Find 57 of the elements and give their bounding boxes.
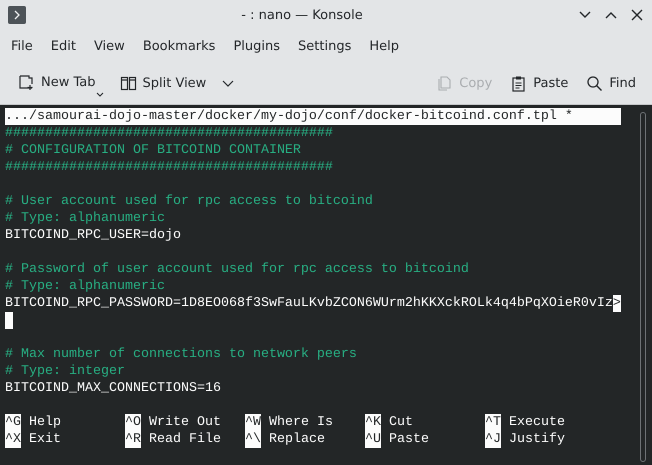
shortcut-key: ^R bbox=[125, 431, 141, 448]
menu-item[interactable]: Help bbox=[363, 36, 405, 56]
shortcut-label: Help bbox=[29, 414, 61, 431]
code-comment: # Type: integer bbox=[5, 363, 125, 380]
shortcut-label: Justify bbox=[509, 431, 565, 448]
shortcut-key: ^\ bbox=[245, 431, 261, 448]
overflow-marker: > bbox=[612, 295, 621, 312]
shortcut-key: ^G bbox=[5, 414, 21, 431]
text-cursor bbox=[5, 312, 13, 329]
menu-item[interactable]: Settings bbox=[292, 36, 358, 56]
code-comment: # Type: alphanumeric bbox=[5, 210, 165, 227]
shortcut-key: ^J bbox=[485, 431, 501, 448]
menu-item[interactable]: View bbox=[88, 36, 131, 56]
code-comment: ######################################### bbox=[5, 125, 333, 142]
caret-icon[interactable] bbox=[222, 80, 234, 86]
search-icon bbox=[586, 74, 604, 92]
code-comment: ######################################### bbox=[5, 159, 333, 176]
code-comment: # Password of user account used for rpc access to bitcoind bbox=[5, 261, 469, 278]
terminal-icon bbox=[8, 6, 26, 24]
code-comment: # Max number of connections to network peers bbox=[5, 346, 357, 363]
menu-item[interactable]: File bbox=[5, 36, 39, 56]
toolbar-button[interactable]: Find bbox=[584, 70, 638, 96]
toolbar-button[interactable]: Split View bbox=[118, 70, 208, 96]
scrollbar[interactable] bbox=[640, 112, 646, 462]
copy-icon bbox=[436, 74, 454, 92]
shortcut-key: ^U bbox=[365, 431, 381, 448]
shortcut-label: Cut bbox=[389, 414, 413, 431]
shortcut-label: Execute bbox=[509, 414, 565, 431]
shortcut-label: Write Out bbox=[149, 414, 221, 431]
code-comment: # CONFIGURATION OF BITCOIND CONTAINER bbox=[5, 142, 301, 159]
clipboard-icon bbox=[510, 74, 528, 92]
shortcut-label: Read File bbox=[149, 431, 221, 448]
code-line: BITCOIND_RPC_PASSWORD=1D8EO068f3SwFauLKvbZCON6WUrm2hKKXckROLk4q4bPqXOieR0vIz bbox=[5, 295, 613, 312]
code-comment: # User account used for rpc access to bitcoind bbox=[5, 193, 373, 210]
shortcut-label: Paste bbox=[389, 431, 429, 448]
shortcut-key: ^T bbox=[485, 414, 501, 431]
shortcut-key: ^K bbox=[365, 414, 381, 431]
shortcut-key: ^W bbox=[245, 414, 261, 431]
menu-item[interactable]: Edit bbox=[44, 36, 82, 56]
code-line: BITCOIND_RPC_USER=dojo bbox=[5, 227, 181, 244]
shortcut-label: Exit bbox=[29, 431, 61, 448]
shortcut-label: Replace bbox=[269, 431, 325, 448]
caret-icon bbox=[96, 92, 104, 96]
shortcut-key: ^X bbox=[5, 431, 21, 448]
new-tab-icon bbox=[18, 74, 35, 90]
shortcut-key: ^O bbox=[125, 414, 141, 431]
menu-item[interactable]: Plugins bbox=[227, 36, 286, 56]
shortcut-label: Where Is bbox=[269, 414, 333, 431]
code-line: BITCOIND_MAX_CONNECTIONS=16 bbox=[5, 380, 221, 397]
code-comment: # Type: alphanumeric bbox=[5, 278, 165, 295]
toolbar-button[interactable]: Paste bbox=[508, 70, 570, 96]
menu-item[interactable]: Bookmarks bbox=[136, 36, 222, 56]
window-title: - : nano — Konsole bbox=[240, 8, 364, 22]
split-view-icon bbox=[120, 74, 136, 92]
toolbar-button[interactable]: New Tab bbox=[16, 70, 104, 96]
file-path-bar: .../samourai-dojo-master/docker/my-dojo/conf/docker-bitcoind.conf.tpl * bbox=[5, 108, 621, 125]
close-icon[interactable] bbox=[630, 8, 644, 22]
